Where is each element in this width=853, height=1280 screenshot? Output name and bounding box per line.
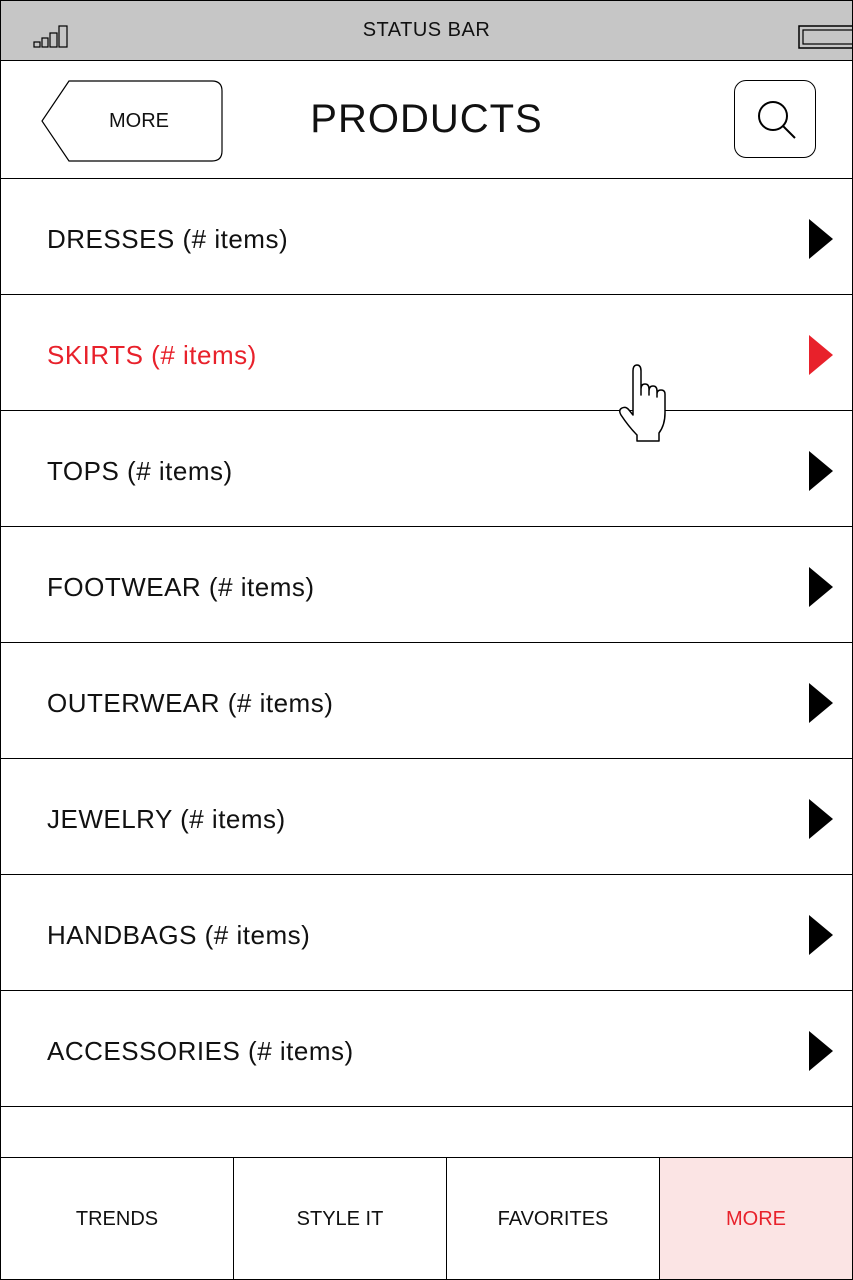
chevron-right-icon <box>809 567 833 607</box>
list-item-label: DRESSES (# items) <box>47 224 289 254</box>
tab-favorites[interactable]: FAVORITES <box>447 1158 660 1279</box>
list-item[interactable]: JEWELRY (# items) <box>1 759 852 875</box>
phone-frame: STATUS BAR MORE PRODUCTS DRESSES (# item… <box>0 0 853 1280</box>
back-button-label: MORE <box>109 110 169 132</box>
search-icon <box>758 101 796 139</box>
page-title: PRODUCTS <box>310 97 543 141</box>
list-item-label: ACCESSORIES (# items) <box>47 1036 354 1066</box>
list-item[interactable]: DRESSES (# items) <box>1 179 852 295</box>
tab-style-it[interactable]: STYLE IT <box>234 1158 447 1279</box>
chevron-right-icon <box>809 683 833 723</box>
battery-icon <box>798 25 852 49</box>
list-item[interactable]: ACCESSORIES (# items) <box>1 991 852 1107</box>
product-category-list: DRESSES (# items) SKIRTS (# items) TOPS (#… <box>1 179 852 1107</box>
chevron-right-icon <box>809 915 833 955</box>
bottom-tab-bar: TRENDS STYLE IT FAVORITES MORE <box>1 1157 852 1279</box>
list-item[interactable]: TOPS (# items) <box>1 411 852 527</box>
list-item-label: OUTERWEAR (# items) <box>47 688 334 718</box>
tab-trends[interactable]: TRENDS <box>1 1158 234 1279</box>
status-bar: STATUS BAR <box>1 1 852 61</box>
search-button[interactable] <box>734 80 816 158</box>
list-item[interactable]: SKIRTS (# items) <box>1 295 852 411</box>
nav-header: MORE PRODUCTS <box>1 61 852 179</box>
back-button[interactable]: MORE <box>41 80 223 162</box>
chevron-right-icon <box>809 799 833 839</box>
chevron-right-icon <box>809 1031 833 1071</box>
list-item-label: JEWELRY (# items) <box>47 804 286 834</box>
status-bar-title: STATUS BAR <box>362 19 491 41</box>
chevron-right-icon <box>809 335 833 375</box>
tab-more[interactable]: MORE <box>660 1158 852 1279</box>
list-item[interactable]: FOOTWEAR (# items) <box>1 527 852 643</box>
list-item-label: SKIRTS (# items) <box>47 340 257 370</box>
list-item-label: TOPS (# items) <box>47 456 233 486</box>
list-item[interactable]: OUTERWEAR (# items) <box>1 643 852 759</box>
list-item[interactable]: HANDBAGS (# items) <box>1 875 852 991</box>
chevron-right-icon <box>809 219 833 259</box>
list-item-label: HANDBAGS (# items) <box>47 920 311 950</box>
list-item-label: FOOTWEAR (# items) <box>47 572 315 602</box>
chevron-right-icon <box>809 451 833 491</box>
